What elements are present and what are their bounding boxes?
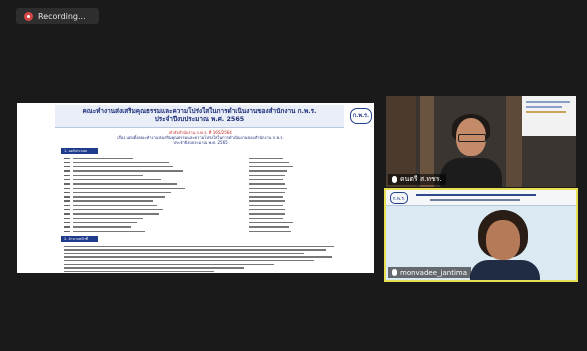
participant-video-2 [470, 210, 540, 280]
slide-header: คณะทำงานส่งเสริมคุณธรรมและความโปร่งใสในก… [55, 105, 372, 128]
participant-name-tag-2: monvadee_jantima [388, 267, 471, 278]
participant-tile-2-active-speaker[interactable]: ก.พ.ร. monvadee_jantima [384, 188, 578, 282]
slide-subject-line-2: ประจำปีงบประมาณ พ.ศ. 2565 [173, 140, 228, 145]
member-row [61, 229, 340, 233]
mic-icon [392, 269, 397, 276]
duty-list [61, 244, 340, 273]
slide-section-duties: 2. อำนาจหน้าที่ [61, 236, 98, 243]
participant-name-1: ดนตรี ส.ทชร. [400, 175, 442, 183]
participant-video-1 [440, 114, 502, 187]
participant-name-2: monvadee_jantima [400, 268, 467, 277]
background-poster [522, 96, 576, 136]
participant-tile-1[interactable]: ดนตรี ส.ทชร. [386, 96, 576, 187]
slide-body: คำสั่งสำนักงาน ก.พ.ร. ที่ 165/2564 เรื่อ… [61, 130, 340, 273]
slide-section-composition: 1. องค์ประกอบ [61, 148, 98, 154]
participant-name-tag-1: ดนตรี ส.ทชร. [388, 174, 446, 185]
opdc-logo-small: ก.พ.ร. [390, 192, 408, 204]
member-list [61, 156, 340, 233]
duty-line [61, 270, 340, 274]
record-icon [24, 11, 33, 21]
mic-icon [392, 176, 397, 183]
recording-label: Recording... [38, 11, 86, 21]
recording-indicator[interactable]: Recording... [16, 8, 99, 24]
virtual-background-header: ก.พ.ร. [386, 190, 576, 206]
opdc-logo: ก.พ.ร. [350, 108, 372, 124]
slide-title-line-1: คณะทำงานส่งเสริมคุณธรรมและความโปร่งใสในก… [82, 107, 317, 115]
slide-title-line-2: ประจำปีงบประมาณ พ.ศ. 2565 [154, 115, 245, 123]
slide-title: คณะทำงานส่งเสริมคุณธรรมและความโปร่งใสในก… [55, 107, 344, 123]
shared-screen: คณะทำงานส่งเสริมคุณธรรมและความโปร่งใสในก… [17, 103, 374, 273]
